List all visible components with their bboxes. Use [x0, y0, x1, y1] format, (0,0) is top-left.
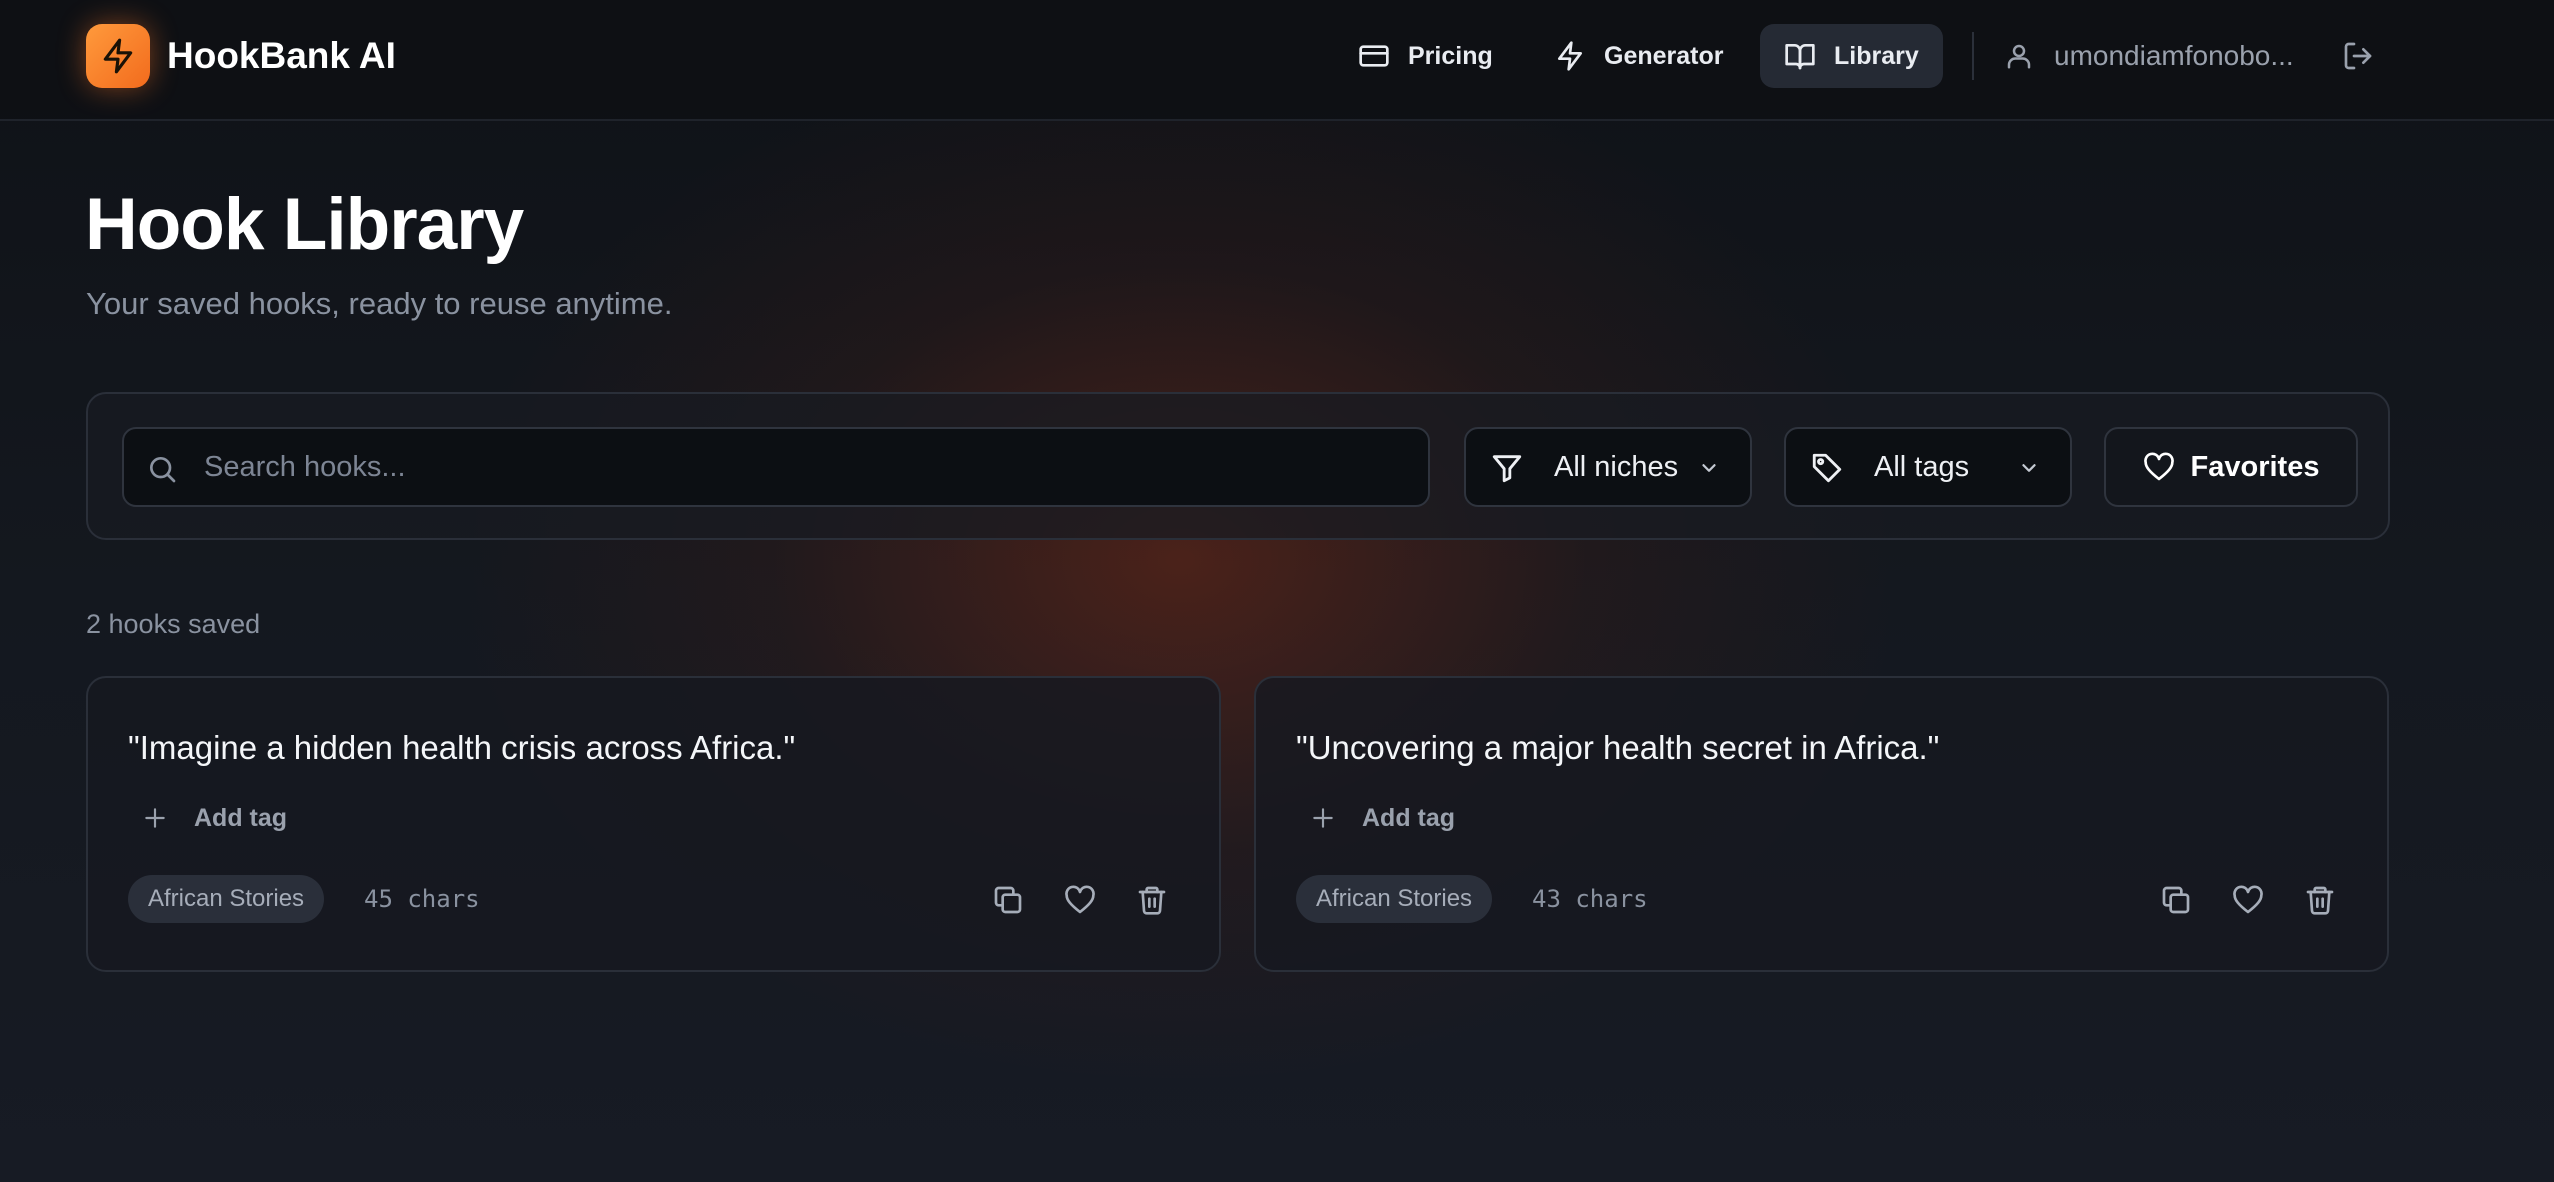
user-name: umondiamfonobo... — [2054, 40, 2294, 71]
logout-button[interactable] — [2340, 38, 2376, 74]
add-tag-label: Add tag — [194, 803, 288, 832]
book-open-icon — [1785, 44, 1815, 70]
nav-library[interactable]: Library — [1760, 24, 1943, 88]
niche-badge: African Stories — [128, 875, 325, 923]
nav-generator[interactable]: Generator — [1530, 24, 1747, 88]
copy-icon — [994, 886, 1022, 914]
nav-pricing[interactable]: Pricing — [1334, 24, 1517, 88]
logout-icon — [2344, 42, 2372, 70]
char-count: 45 chars — [364, 885, 480, 913]
page-title: Hook Library — [85, 184, 524, 265]
niche-dropdown[interactable]: All niches — [1464, 427, 1752, 507]
niche-dropdown-value: All niches — [1554, 451, 1679, 483]
copy-button[interactable] — [2156, 880, 2196, 920]
brand-name[interactable]: HookBank AI — [167, 32, 396, 80]
copy-button[interactable] — [988, 880, 1028, 920]
hooks-count: 2 hooks saved — [86, 609, 261, 639]
trash-icon — [2306, 886, 2334, 915]
page-subtitle: Your saved hooks, ready to reuse anytime… — [86, 286, 673, 321]
credit-card-icon — [1359, 45, 1389, 67]
search-icon — [150, 457, 176, 483]
search-input[interactable] — [204, 429, 1404, 505]
tag-dropdown-value: All tags — [1874, 451, 1970, 483]
search-box[interactable] — [122, 427, 1430, 507]
favorite-button[interactable] — [2228, 880, 2268, 920]
user-menu[interactable]: umondiamfonobo... — [2004, 30, 2294, 82]
tag-dropdown[interactable]: All tags — [1784, 427, 2072, 507]
hook-card: "Uncovering a major health secret in Afr… — [1254, 676, 2389, 972]
delete-button[interactable] — [1132, 880, 1172, 920]
user-icon — [2007, 44, 2031, 69]
heart-icon — [2143, 452, 2174, 481]
lightning-icon — [103, 38, 133, 74]
plus-icon — [1313, 808, 1333, 828]
favorite-button[interactable] — [1060, 880, 1100, 920]
chevron-down-icon — [1702, 464, 1716, 472]
hook-text: "Imagine a hidden health crisis across A… — [128, 729, 796, 766]
brand-logo[interactable] — [86, 24, 150, 88]
tag-icon — [1812, 453, 1842, 483]
hook-card: "Imagine a hidden health crisis across A… — [86, 676, 1221, 972]
chevron-down-icon — [2022, 464, 2036, 472]
filter-bar: All niches All tags Favorites — [86, 392, 2390, 540]
hook-text: "Uncovering a major health secret in Afr… — [1296, 729, 1940, 766]
top-navbar: HookBank AI Pricing Generator Library um… — [0, 0, 2554, 121]
niche-badge: African Stories — [1296, 875, 1493, 923]
nav-generator-label: Generator — [1604, 41, 1724, 70]
plus-icon — [145, 808, 165, 828]
heart-icon — [1065, 885, 1095, 914]
filter-icon — [1492, 455, 1522, 483]
delete-button[interactable] — [2300, 880, 2340, 920]
trash-icon — [1138, 886, 1166, 915]
add-tag-button[interactable]: Add tag — [1310, 798, 1455, 838]
nav-library-label: Library — [1834, 41, 1919, 70]
add-tag-button[interactable]: Add tag — [142, 798, 287, 838]
nav-divider — [1972, 32, 1974, 80]
lightning-icon — [1558, 41, 1582, 71]
copy-icon — [2162, 886, 2190, 914]
add-tag-label: Add tag — [1362, 803, 1456, 832]
heart-icon — [2233, 885, 2263, 914]
char-count: 43 chars — [1532, 885, 1648, 913]
favorites-label: Favorites — [2190, 450, 2320, 483]
favorites-button[interactable]: Favorites — [2104, 427, 2358, 507]
nav-pricing-label: Pricing — [1408, 41, 1493, 70]
